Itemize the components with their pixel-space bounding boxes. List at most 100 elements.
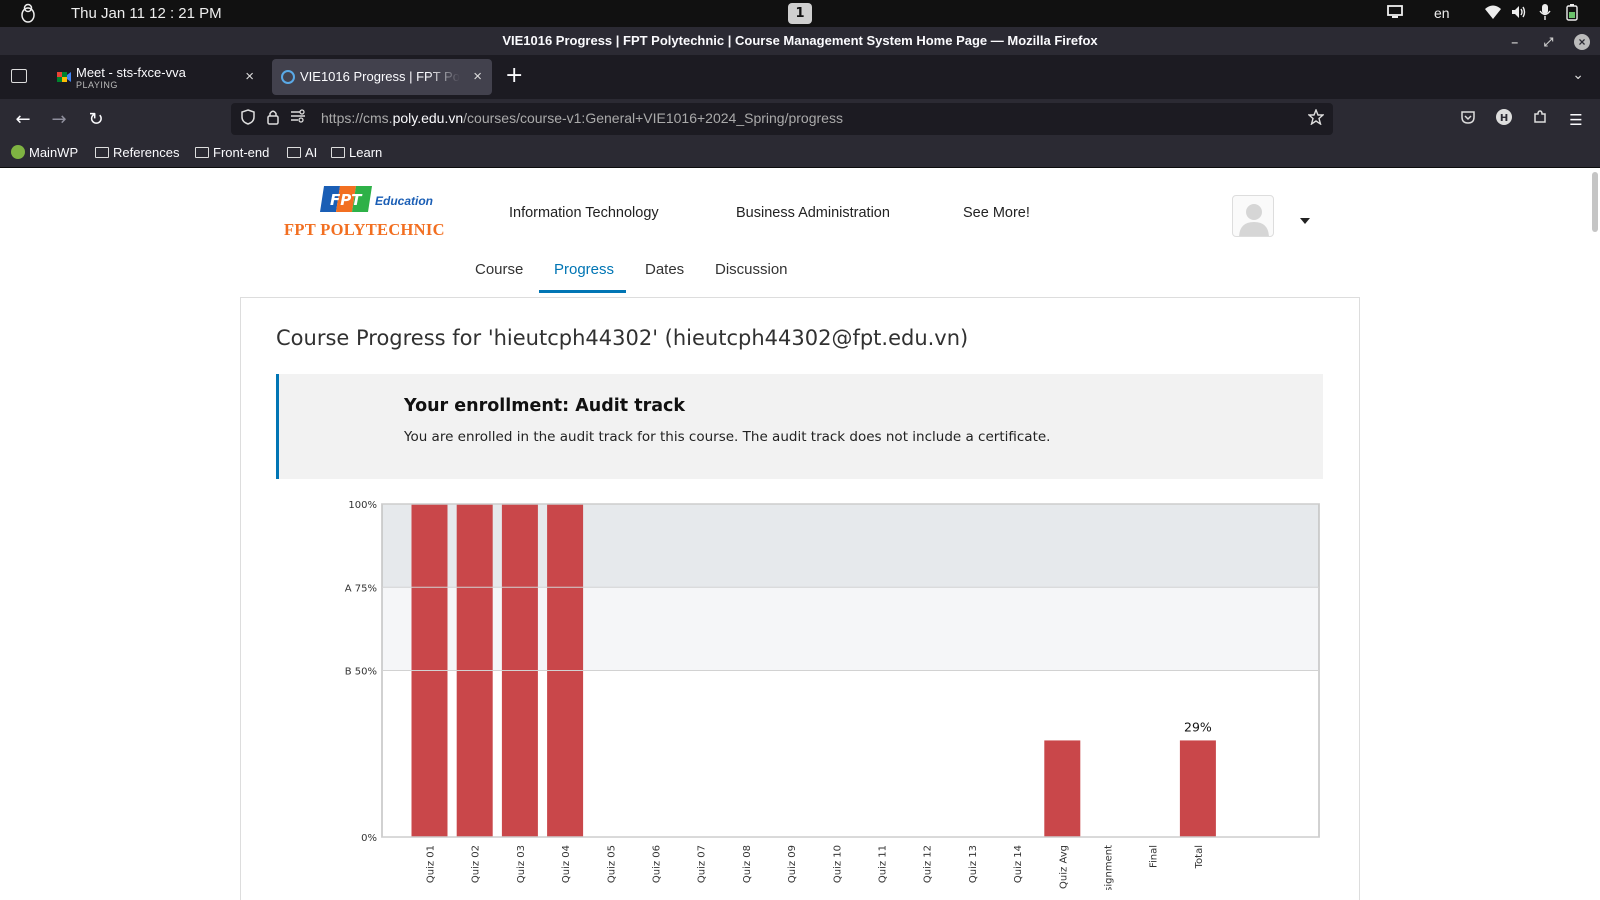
tab-course[interactable]: Course xyxy=(475,261,523,278)
close-tab-icon[interactable]: × xyxy=(473,68,482,85)
new-tab-icon[interactable]: + xyxy=(505,63,523,88)
bookmark-folder-ai[interactable]: AI xyxy=(287,145,317,160)
bar-total[interactable] xyxy=(1179,740,1216,837)
y-tick-label: 100% xyxy=(348,500,377,511)
avatar-placeholder-icon xyxy=(1239,204,1269,236)
bookmark-mainwp[interactable]: MainWP xyxy=(11,145,78,160)
user-menu-caret-icon[interactable] xyxy=(1300,218,1310,224)
hamburger-menu-icon[interactable]: ☰ xyxy=(1564,108,1588,132)
tab-title: VIE1016 Progress | FPT Polytechnic xyxy=(300,69,460,84)
y-tick-label: B 50% xyxy=(345,667,377,678)
x-tick-label: Quiz 06 xyxy=(652,845,663,883)
folder-icon xyxy=(195,147,209,158)
navigation-toolbar: ← → ↻ https://cms.poly.edu.vn/courses/co… xyxy=(0,99,1600,140)
url-path: /courses/course-v1:General+VIE1016+2024_… xyxy=(463,110,843,126)
page-scrollbar[interactable] xyxy=(1592,172,1598,232)
wifi-icon[interactable] xyxy=(1484,3,1502,24)
x-tick-label: Total xyxy=(1194,845,1205,869)
lock-icon[interactable] xyxy=(264,109,282,127)
folder-icon xyxy=(287,147,301,158)
bookmark-label: Front-end xyxy=(213,145,270,160)
x-tick-label: Quiz 02 xyxy=(471,845,482,883)
window-title: VIE1016 Progress | FPT Polytechnic | Cou… xyxy=(502,33,1098,48)
close-window-icon[interactable]: × xyxy=(1574,33,1590,50)
permissions-icon[interactable] xyxy=(289,109,307,127)
x-tick-label: Quiz 05 xyxy=(606,845,617,883)
x-tick-label: Quiz 13 xyxy=(968,845,979,883)
svg-text:H: H xyxy=(1500,113,1508,124)
enrollment-banner: Your enrollment: Audit track You are enr… xyxy=(276,374,1323,479)
url-prefix: https://cms. xyxy=(321,110,393,126)
bookmarks-toolbar: MainWP References Front-end AI Learn xyxy=(0,140,1600,168)
tab-progress[interactable]: Progress xyxy=(554,261,614,278)
x-tick-label: Quiz 14 xyxy=(1013,845,1024,883)
url-bar[interactable]: https://cms.poly.edu.vn/courses/course-v… xyxy=(231,103,1333,135)
x-tick-label: Quiz 09 xyxy=(787,845,798,883)
microphone-icon[interactable] xyxy=(1538,3,1552,24)
linux-penguin-icon[interactable] xyxy=(18,3,38,23)
user-avatar[interactable] xyxy=(1232,195,1274,237)
os-clock[interactable]: Thu Jan 11 12 : 21 PM xyxy=(71,5,222,22)
enrollment-message: You are enrolled in the audit track for … xyxy=(404,429,1051,445)
tab-title: Meet - sts-fxce-vva xyxy=(76,65,186,80)
minimize-icon[interactable]: – xyxy=(1507,34,1523,50)
active-tab-indicator xyxy=(539,290,626,293)
maximize-icon[interactable]: ⤢ xyxy=(1540,34,1556,50)
url-text[interactable]: https://cms.poly.edu.vn/courses/course-v… xyxy=(321,110,843,126)
logo-education-text: Education xyxy=(375,194,434,208)
fpt-logo-mark: FPT xyxy=(320,186,372,212)
grade-chart: 100%A 75%B 50%0% Quiz 01 Quiz 02 Quiz 03 Qu… xyxy=(345,500,1320,890)
bookmark-star-icon[interactable] xyxy=(1307,108,1325,127)
close-tab-icon[interactable]: × xyxy=(245,68,254,85)
nav-business-administration[interactable]: Business Administration xyxy=(736,205,890,221)
y-tick-label: 0% xyxy=(361,833,377,844)
x-tick-label: Final xyxy=(1149,845,1160,868)
display-icon[interactable] xyxy=(1386,3,1404,24)
back-icon[interactable]: ← xyxy=(11,108,35,132)
nav-information-technology[interactable]: Information Technology xyxy=(509,205,659,221)
list-all-tabs-icon[interactable]: ⌄ xyxy=(1572,67,1584,83)
x-tick-label: Quiz 01 xyxy=(426,845,437,883)
x-tick-label: Quiz 03 xyxy=(516,845,527,883)
meet-favicon-icon xyxy=(57,72,71,82)
tracking-protection-shield-icon[interactable] xyxy=(239,109,257,127)
window-title-bar: VIE1016 Progress | FPT Polytechnic | Cou… xyxy=(0,27,1600,55)
os-top-bar: Thu Jan 11 12 : 21 PM 1 en xyxy=(0,0,1600,27)
page-title: Course Progress for 'hieutcph44302' (hie… xyxy=(276,326,969,350)
logo-brand-text: FPT xyxy=(330,191,363,209)
x-tick-label: Quiz 12 xyxy=(923,845,934,883)
bookmark-label: MainWP xyxy=(29,145,79,160)
url-domain: poly.edu.vn xyxy=(392,110,464,126)
volume-icon[interactable] xyxy=(1510,3,1528,24)
pocket-icon[interactable] xyxy=(1456,108,1480,132)
x-axis-ticks: Quiz 01 Quiz 02 Quiz 03 Quiz 04 Quiz 05 Quiz … xyxy=(426,845,1205,890)
firefox-view-icon[interactable] xyxy=(11,69,27,83)
x-tick-label: Quiz 08 xyxy=(742,845,753,883)
battery-icon[interactable] xyxy=(1566,3,1578,24)
progress-card: Course Progress for 'hieutcph44302' (hie… xyxy=(240,297,1360,900)
tab-dates[interactable]: Dates xyxy=(645,261,684,278)
bar-quiz-avg[interactable] xyxy=(1044,740,1081,837)
loading-spinner-icon xyxy=(281,70,295,84)
nav-see-more[interactable]: See More! xyxy=(963,205,1030,221)
extensions-puzzle-icon[interactable] xyxy=(1528,108,1552,132)
tab-strip: Meet - sts-fxce-vva PLAYING × VIE1016 Pr… xyxy=(0,55,1600,99)
folder-icon xyxy=(95,147,109,158)
bookmark-label: References xyxy=(113,145,180,160)
forward-icon[interactable]: → xyxy=(47,108,71,132)
tab-discussion[interactable]: Discussion xyxy=(715,261,788,278)
extension-h-icon[interactable]: H xyxy=(1492,108,1516,132)
bookmark-folder-references[interactable]: References xyxy=(95,145,179,160)
tab-meet[interactable]: Meet - sts-fxce-vva PLAYING × xyxy=(48,59,264,95)
tab-playing-label: PLAYING xyxy=(76,80,118,90)
workspace-indicator[interactable]: 1 xyxy=(788,3,812,24)
total-value-label: 29% xyxy=(1184,719,1212,734)
reload-icon[interactable]: ↻ xyxy=(84,108,108,132)
x-tick-label: Quiz 10 xyxy=(832,845,843,883)
keyboard-language[interactable]: en xyxy=(1434,3,1450,24)
fpt-polytechnic-logo[interactable]: FPT Education FPT POLYTECHNIC xyxy=(284,182,459,244)
tab-progress[interactable]: VIE1016 Progress | FPT Polytechnic × xyxy=(272,59,492,95)
bookmark-folder-front-end[interactable]: Front-end xyxy=(195,145,269,160)
enrollment-title: Your enrollment: Audit track xyxy=(404,396,686,416)
bookmark-folder-learn[interactable]: Learn xyxy=(331,145,382,160)
